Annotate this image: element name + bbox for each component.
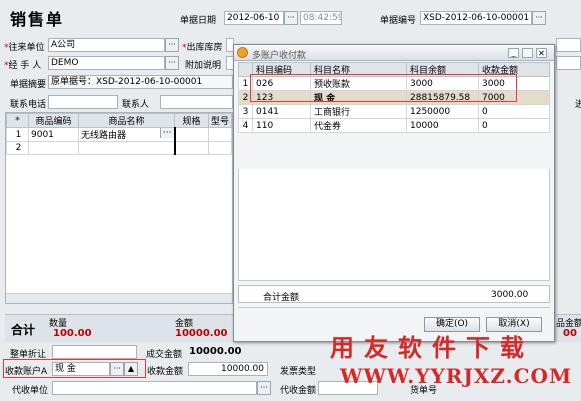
cell-code[interactable]: 110 (252, 118, 311, 133)
discount-field[interactable] (52, 345, 137, 359)
watermark-logo-text: 用友软件下载 (330, 334, 534, 362)
table-row[interactable]: 4 110 代金券 10000 0 (238, 118, 550, 133)
right-cut-label: 进 (575, 100, 581, 110)
agent-unit-label: 代收单位 (12, 386, 49, 396)
qty-total: 100.00 (53, 328, 92, 339)
cell-code[interactable] (28, 141, 79, 155)
cell-name[interactable]: 工商银行 (310, 104, 407, 119)
row-index: 2 (6, 141, 29, 155)
contact-label: 联系人 (122, 100, 150, 110)
cell-name[interactable]: 无线路由器 ··· (78, 127, 175, 142)
cell-receipt[interactable]: 0 (478, 104, 550, 119)
cell-name[interactable] (78, 141, 175, 155)
divider (238, 307, 550, 308)
table-empty-area (238, 169, 550, 281)
cell-balance[interactable]: 10000 (406, 118, 479, 133)
agent-unit-lookup-button[interactable]: ··· (257, 381, 271, 395)
app-icon (237, 47, 248, 58)
phone-label: 联系电话 (10, 100, 47, 110)
doc-no-label: 单据编号 (380, 16, 417, 26)
cell-code[interactable]: 9001 (28, 127, 79, 142)
agent-amount-label: 代收金额 (280, 386, 317, 396)
doc-no-button[interactable]: ··· (532, 11, 546, 25)
dialog-title: 多账户收付款 (252, 51, 307, 61)
row-index: 4 (238, 118, 253, 133)
dialog-total-label: 合计金额 (263, 293, 300, 303)
agent-unit-field[interactable] (52, 381, 257, 395)
grid-header-code[interactable]: 商品编码 (28, 113, 79, 128)
cell-code[interactable]: 0141 (252, 104, 311, 119)
table-row[interactable]: 2 (6, 141, 232, 155)
row-index: 1 (6, 127, 29, 142)
dialog-total-row: 合计金额 3000.00 (238, 285, 550, 303)
note-label: 附加说明 (185, 61, 222, 71)
items-grid[interactable]: * 商品编码 商品名称 规格 型号 1 9001 无线路由器 ··· 2 (5, 112, 233, 304)
partner-label: *往来单位 (4, 43, 45, 53)
row-index: 3 (238, 104, 253, 119)
partner-lookup-button[interactable]: ··· (165, 38, 179, 52)
handler-lookup-button[interactable]: ··· (165, 56, 179, 70)
close-icon[interactable]: ✕ (536, 48, 547, 58)
product-lookup-button[interactable]: ··· (159, 128, 174, 138)
minimize-icon[interactable]: _ (508, 48, 519, 58)
doc-date-field[interactable]: 2012-06-10 (224, 11, 284, 25)
deal-amount-label: 成交金额 (146, 350, 183, 360)
product-amount-value: 00 (563, 328, 577, 339)
grid-header-spec[interactable]: 规格 (174, 113, 209, 128)
summary-field[interactable]: 原单据号：XSD-2012-06-10-00001 (48, 75, 233, 89)
amount-total: 10000.00 (175, 328, 228, 339)
handler-label: *经 手 人 (4, 61, 42, 71)
cell-balance[interactable]: 1250000 (406, 104, 479, 119)
doc-time-field[interactable]: 08:42:59 (300, 11, 342, 25)
grid-header-name[interactable]: 商品名称 (78, 113, 175, 128)
deal-amount-value: 10000.00 (189, 346, 242, 357)
cell-model[interactable] (208, 127, 232, 142)
highlight-box-rows (250, 74, 517, 102)
doc-no-field[interactable]: XSD-2012-06-10-00001 (420, 11, 532, 25)
contact-field[interactable] (160, 95, 233, 109)
handler-field[interactable]: DEMO (48, 56, 165, 70)
date-picker-button[interactable]: ··· (284, 11, 298, 25)
right-field-1[interactable] (556, 38, 581, 52)
table-row[interactable]: 1 9001 无线路由器 ··· (6, 127, 232, 142)
dialog-titlebar[interactable]: 多账户收付款 _ ✕ (234, 45, 554, 61)
maximize-icon[interactable] (522, 48, 533, 58)
account-lookup-button[interactable]: ··· (110, 362, 124, 376)
cell-spec[interactable] (173, 127, 209, 142)
phone-field[interactable] (48, 95, 118, 109)
doc-date-label: 单据日期 (180, 16, 217, 26)
grid-scrollbar[interactable] (6, 293, 232, 303)
cell-receipt[interactable]: 0 (478, 118, 550, 133)
receipt-field[interactable]: 10000.00 (188, 362, 268, 376)
multi-account-button[interactable]: ▲ (124, 362, 138, 376)
cell-name[interactable]: 代金券 (310, 118, 407, 133)
right-field-2[interactable] (556, 56, 581, 70)
multi-account-dialog: 多账户收付款 _ ✕ 科目编码 科目名称 科目余额 收款金额 1 026 预收账… (233, 44, 555, 342)
account-label: 收款账户A (5, 367, 48, 377)
watermark-url: WWW.YYRJXZ.COM (340, 364, 573, 388)
warehouse-label: *出库库房 (182, 43, 223, 53)
summary-label: 单据摘要 (10, 80, 47, 90)
page-title: 销售单 (10, 10, 65, 29)
account-field[interactable]: 现 金 (52, 362, 110, 376)
invoice-label: 发票类型 (280, 367, 317, 377)
grid-header-model[interactable]: 型号 (208, 113, 232, 128)
dialog-total-value: 3000.00 (491, 290, 529, 300)
table-row[interactable]: 3 0141 工商银行 1250000 0 (238, 104, 550, 119)
totals-label: 合计 (11, 323, 36, 337)
grid-header-star: * (6, 113, 29, 128)
receipt-label: 收款金额 (147, 367, 184, 377)
cell-spec[interactable] (173, 141, 209, 155)
partner-field[interactable]: A公司 (48, 38, 165, 52)
cell-model[interactable] (208, 141, 232, 155)
